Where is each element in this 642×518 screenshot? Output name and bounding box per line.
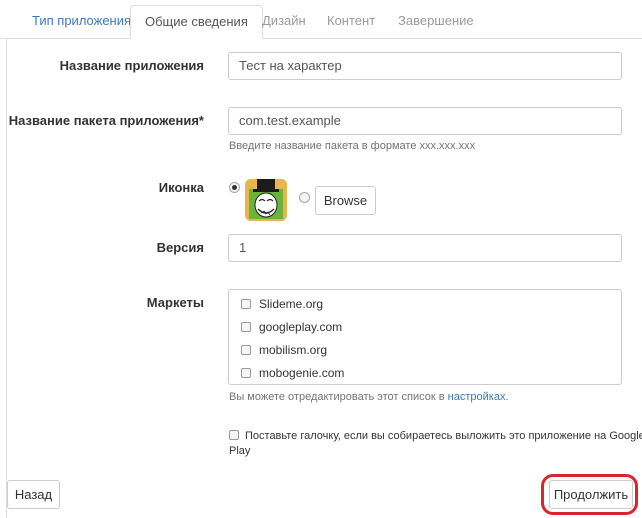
app-name-label: Название приложения [59, 58, 204, 73]
app-icon-image [245, 179, 287, 221]
tab-design[interactable]: Дизайн [248, 5, 320, 37]
icon-label: Иконка [158, 180, 204, 195]
tab-finish[interactable]: Завершение [384, 5, 488, 37]
icon-default-radio[interactable] [229, 182, 240, 193]
google-play-text-cont: Play [229, 445, 251, 457]
google-play-option[interactable]: Поставьте галочку, если вы собираетесь в… [229, 430, 642, 442]
markets-label: Маркеты [146, 295, 204, 310]
markets-help-prefix: Вы можете отредактировать этот список в [229, 391, 445, 403]
google-play-checkbox[interactable] [229, 430, 239, 440]
version-input[interactable]: 1 [228, 234, 622, 262]
icon-custom-radio[interactable] [299, 192, 310, 203]
market-label: googleplay.com [259, 320, 343, 334]
markets-help-text: Вы можете отредактировать этот список в … [229, 391, 509, 403]
tab-app-type[interactable]: Тип приложения [18, 5, 145, 37]
package-name-label: Название пакета приложения* [8, 113, 204, 128]
tab-content[interactable]: Контент [313, 5, 389, 37]
troll-face-icon [245, 179, 287, 221]
markets-help-suffix: . [505, 391, 509, 403]
package-help-text: Введите название пакета в формате xxx.xx… [229, 140, 476, 152]
continue-highlight-annotation [541, 474, 638, 515]
market-item[interactable]: Slideme.org [241, 295, 323, 313]
package-name-input[interactable]: com.test.example [228, 107, 622, 135]
market-checkbox[interactable] [241, 322, 251, 332]
tab-bar: Тип приложения Общие сведения Дизайн Кон… [0, 0, 642, 39]
market-item[interactable]: mobogenie.com [241, 364, 344, 382]
market-label: Slideme.org [259, 297, 324, 311]
settings-link[interactable]: настройках [448, 391, 506, 403]
market-label: mobilism.org [259, 343, 328, 357]
back-button[interactable]: Назад [7, 480, 60, 509]
markets-list: Slideme.org googleplay.com mobilism.org … [228, 289, 622, 385]
app-name-input[interactable]: Тест на характер [228, 52, 622, 80]
tab-general-info[interactable]: Общие сведения [130, 5, 263, 39]
google-play-text: Поставьте галочку, если вы собираетесь в… [245, 430, 642, 442]
market-checkbox[interactable] [241, 299, 251, 309]
market-item[interactable]: googleplay.com [241, 318, 342, 336]
version-label: Версия [156, 240, 204, 255]
market-checkbox[interactable] [241, 345, 251, 355]
market-item[interactable]: mobilism.org [241, 341, 327, 359]
market-label: mobogenie.com [259, 366, 345, 380]
browse-button[interactable]: Browse [315, 186, 376, 215]
market-checkbox[interactable] [241, 368, 251, 378]
